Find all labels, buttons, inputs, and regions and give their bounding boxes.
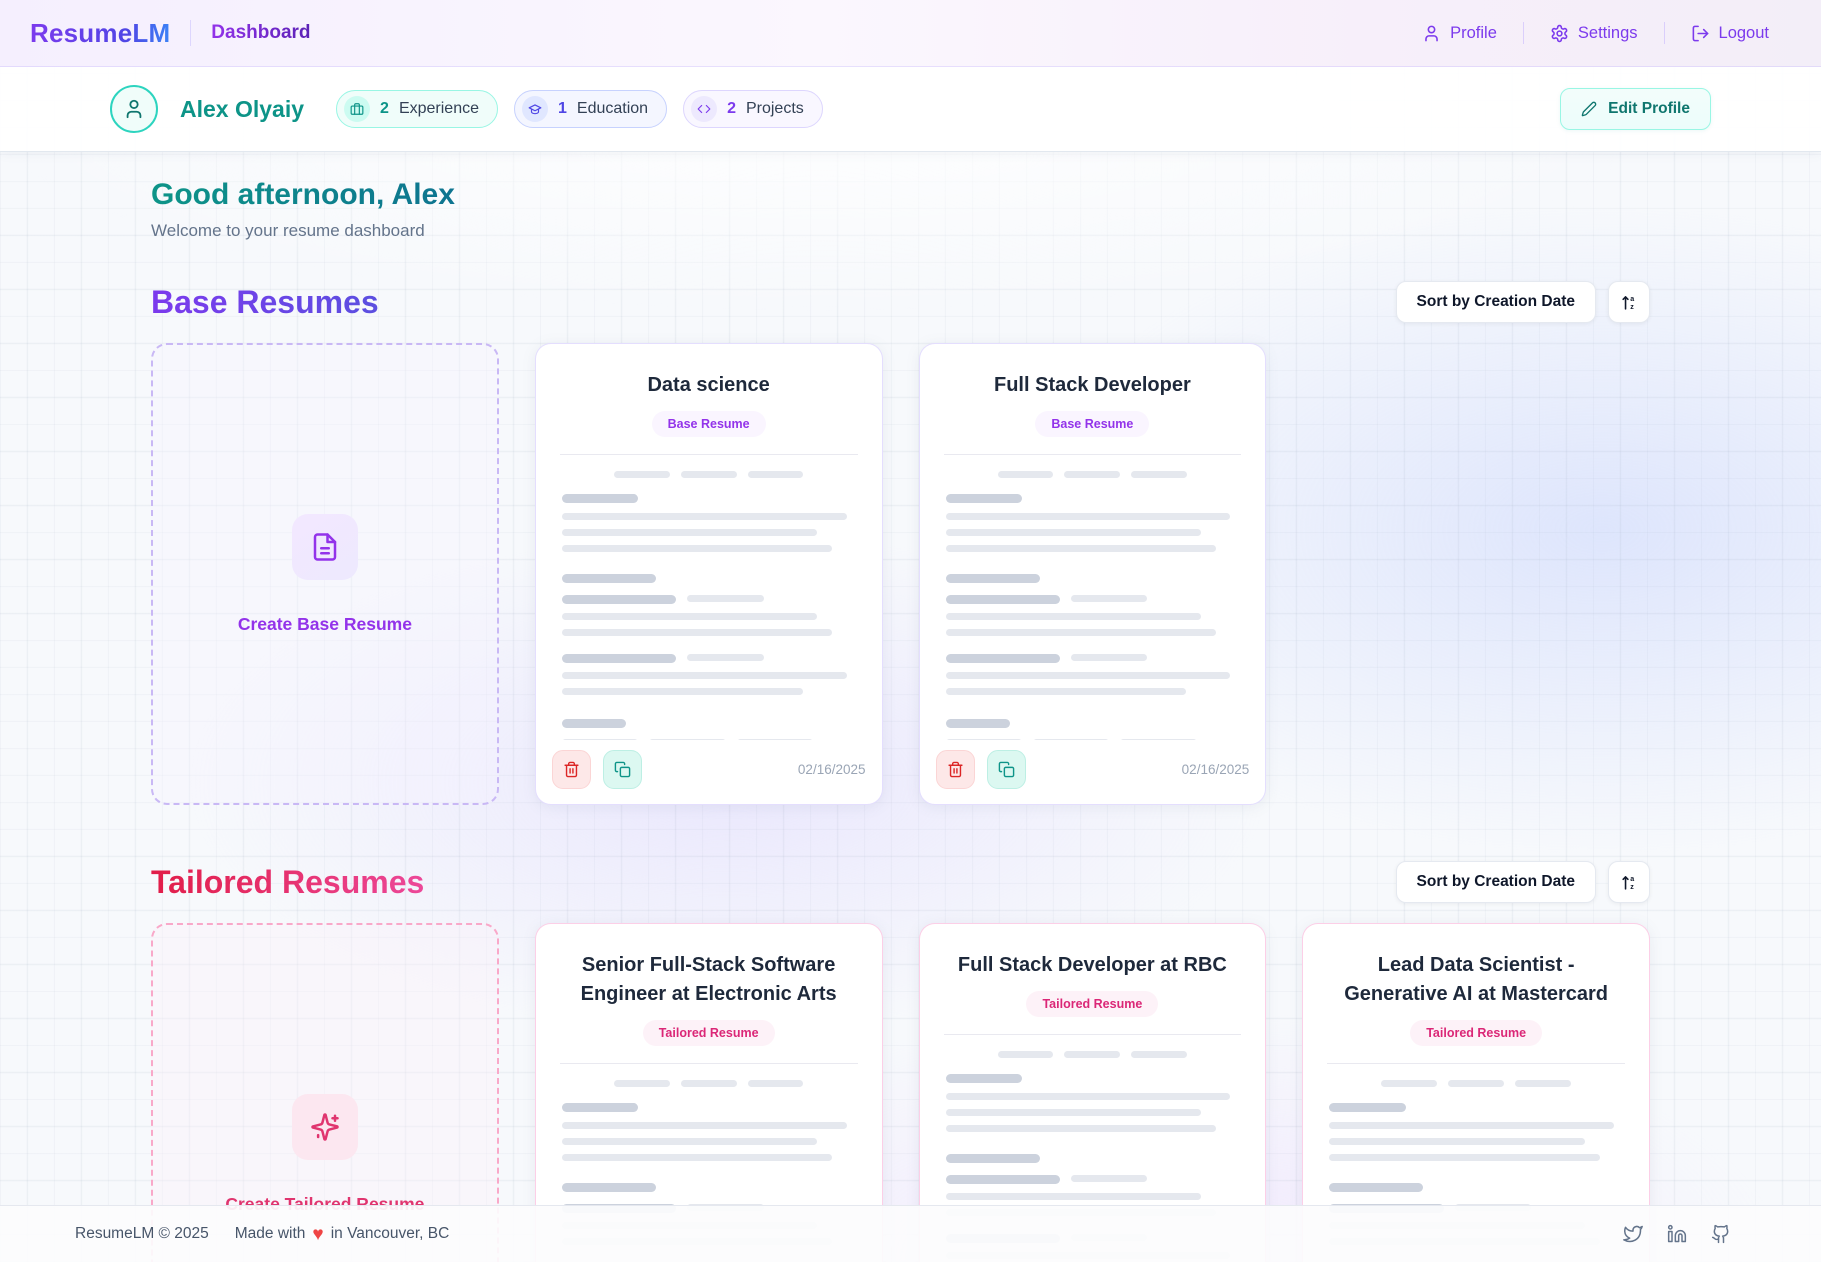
- edit-profile-button[interactable]: Edit Profile: [1560, 88, 1711, 130]
- logout-link-label: Logout: [1719, 24, 1769, 43]
- base-sort-direction-button[interactable]: az: [1608, 281, 1650, 323]
- resume-card-full-stack-developer[interactable]: Full Stack Developer Base Resume: [919, 343, 1267, 805]
- nav-separator: [190, 20, 191, 46]
- page-footer: ResumeLM © 2025 Made with ♥ in Vancouver…: [0, 1205, 1821, 1262]
- experience-badge: 2 Experience: [336, 90, 498, 128]
- experience-label: Experience: [399, 100, 479, 118]
- delete-resume-button[interactable]: [552, 750, 591, 789]
- settings-link[interactable]: Settings: [1550, 24, 1638, 43]
- resume-type-badge: Base Resume: [652, 411, 766, 437]
- resume-title: Senior Full-Stack Software Engineer at E…: [562, 951, 856, 1009]
- edit-profile-label: Edit Profile: [1608, 100, 1690, 118]
- create-base-resume-card[interactable]: Create Base Resume: [151, 343, 499, 805]
- resume-type-badge: Tailored Resume: [643, 1020, 775, 1046]
- experience-count: 2: [380, 100, 389, 118]
- resume-type-badge: Base Resume: [1035, 411, 1149, 437]
- user-icon: [1422, 24, 1441, 43]
- base-sort-button[interactable]: Sort by Creation Date: [1396, 281, 1596, 323]
- trash-icon: [563, 761, 580, 778]
- resume-preview-skeleton: [536, 455, 882, 740]
- profile-bar: Alex Olyaiy 2 Experience 1 Education: [0, 67, 1821, 152]
- document-icon: [292, 514, 358, 580]
- greeting-subtitle: Welcome to your resume dashboard: [151, 221, 1650, 241]
- education-count: 1: [558, 100, 567, 118]
- dashboard-main: Good afternoon, Alex Welcome to your res…: [0, 152, 1821, 1262]
- greeting-title: Good afternoon, Alex: [151, 178, 455, 212]
- github-icon[interactable]: [1711, 1224, 1731, 1244]
- resume-preview-skeleton: [920, 455, 1266, 740]
- trash-icon: [947, 761, 964, 778]
- pencil-icon: [1581, 101, 1597, 117]
- profile-link[interactable]: Profile: [1422, 24, 1497, 43]
- nav-divider: [1664, 22, 1665, 44]
- tailored-sort-button[interactable]: Sort by Creation Date: [1396, 861, 1596, 903]
- svg-text:a: a: [1630, 874, 1634, 882]
- projects-label: Projects: [746, 100, 804, 118]
- twitter-icon[interactable]: [1623, 1224, 1643, 1244]
- resume-title: Full Stack Developer: [946, 371, 1240, 400]
- svg-text:a: a: [1630, 294, 1634, 302]
- svg-text:z: z: [1630, 882, 1634, 890]
- app-logo[interactable]: ResumeLM: [30, 18, 170, 49]
- heart-icon: ♥: [312, 1225, 323, 1244]
- resume-title: Data science: [562, 371, 856, 400]
- copy-icon: [614, 761, 631, 778]
- breadcrumb-dashboard[interactable]: Dashboard: [211, 22, 310, 44]
- logout-icon: [1691, 24, 1710, 43]
- resume-card-data-science[interactable]: Data science Base Resume: [535, 343, 883, 805]
- resume-type-badge: Tailored Resume: [1410, 1020, 1542, 1046]
- duplicate-resume-button[interactable]: [603, 750, 642, 789]
- user-icon: [123, 98, 145, 120]
- sort-arrow-az-icon: az: [1620, 873, 1639, 892]
- copy-icon: [998, 761, 1015, 778]
- code-icon: [691, 96, 717, 122]
- resume-type-badge: Tailored Resume: [1026, 991, 1158, 1017]
- nav-divider: [1523, 22, 1524, 44]
- svg-text:z: z: [1630, 302, 1634, 310]
- duplicate-resume-button[interactable]: [987, 750, 1026, 789]
- linkedin-icon[interactable]: [1667, 1224, 1687, 1244]
- sparkles-icon: [292, 1094, 358, 1160]
- profile-link-label: Profile: [1450, 24, 1497, 43]
- briefcase-icon: [344, 96, 370, 122]
- delete-resume-button[interactable]: [936, 750, 975, 789]
- profile-name: Alex Olyaiy: [180, 96, 304, 123]
- resume-title: Full Stack Developer at RBC: [946, 951, 1240, 980]
- projects-count: 2: [727, 100, 736, 118]
- avatar[interactable]: [110, 85, 158, 133]
- base-resumes-grid: Create Base Resume Data science Base Res…: [151, 343, 1650, 805]
- settings-link-label: Settings: [1578, 24, 1638, 43]
- footer-tagline: Made with ♥ in Vancouver, BC: [235, 1225, 450, 1244]
- education-badge: 1 Education: [514, 90, 667, 128]
- empty-grid-cell: [1302, 343, 1650, 805]
- sort-arrow-az-icon: az: [1620, 293, 1639, 312]
- create-base-resume-label: Create Base Resume: [238, 614, 412, 635]
- top-navbar: ResumeLM Dashboard Profile Settings Logo…: [0, 0, 1821, 67]
- education-label: Education: [577, 100, 648, 118]
- base-resumes-title: Base Resumes: [151, 284, 379, 321]
- resume-date: 02/16/2025: [1182, 762, 1250, 777]
- tailored-resumes-title: Tailored Resumes: [151, 864, 424, 901]
- graduation-cap-icon: [522, 96, 548, 122]
- gear-icon: [1550, 24, 1569, 43]
- footer-copyright: ResumeLM © 2025: [75, 1225, 209, 1243]
- resume-title: Lead Data Scientist - Generative AI at M…: [1329, 951, 1623, 1009]
- logout-link[interactable]: Logout: [1691, 24, 1769, 43]
- tailored-sort-direction-button[interactable]: az: [1608, 861, 1650, 903]
- resume-date: 02/16/2025: [798, 762, 866, 777]
- projects-badge: 2 Projects: [683, 90, 823, 128]
